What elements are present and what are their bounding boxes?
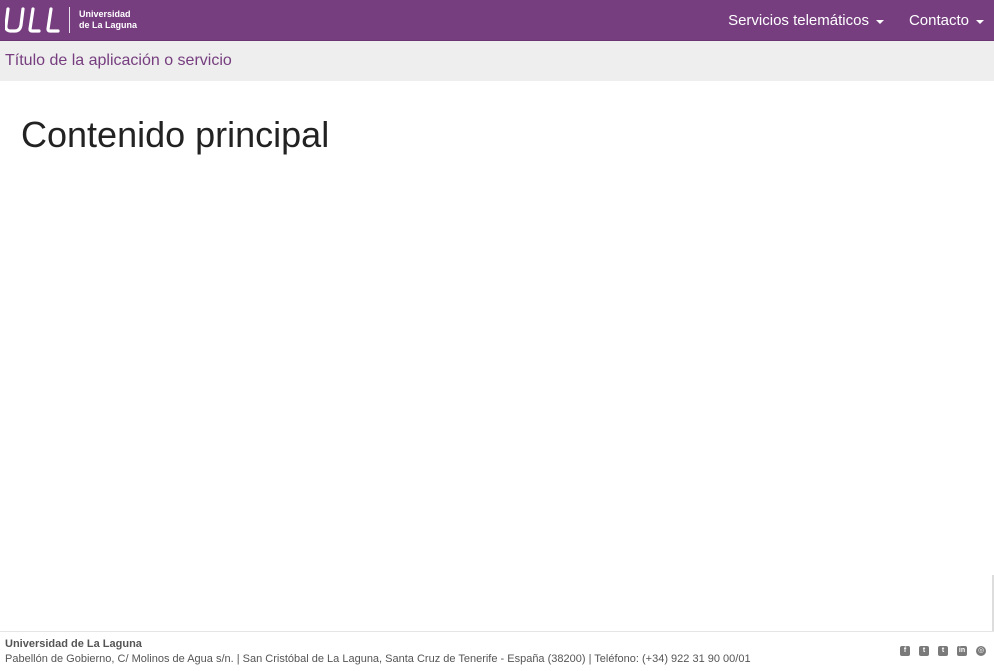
nav-servicios-label: Servicios telemáticos xyxy=(728,12,869,29)
ull-logo-mark-icon xyxy=(5,7,60,33)
footer: Universidad de La Laguna Pabellón de Gob… xyxy=(0,631,994,671)
nav-servicios-telematicos[interactable]: Servicios telemáticos xyxy=(713,0,894,41)
footer-address: Pabellón de Gobierno, C/ Molinos de Agua… xyxy=(5,653,751,665)
tuenti-icon[interactable]: t xyxy=(919,646,929,656)
linkedin-icon[interactable]: in xyxy=(957,646,967,656)
facebook-icon[interactable]: f xyxy=(900,646,910,656)
logo-text: Universidad de La Laguna xyxy=(79,9,137,31)
logo-line-1: Universidad xyxy=(79,9,131,19)
main-heading: Contenido principal xyxy=(21,114,330,155)
logo-divider xyxy=(69,7,70,33)
caret-down-icon xyxy=(875,19,884,24)
nav-contacto[interactable]: Contacto xyxy=(894,0,994,41)
caret-down-icon xyxy=(976,19,984,24)
nav-contacto-label: Contacto xyxy=(908,12,969,29)
app-title[interactable]: Título de la aplicación o servicio xyxy=(5,52,232,70)
footer-organization: Universidad de La Laguna xyxy=(5,638,142,650)
app-title-bar: Título de la aplicación o servicio xyxy=(0,41,994,81)
nav-menu: Servicios telemáticos Contacto xyxy=(713,0,994,41)
social-links: f t t in ◎ xyxy=(900,646,986,656)
globe-icon[interactable]: ◎ xyxy=(976,646,986,656)
page: Universidad de La Laguna Servicios telem… xyxy=(0,0,994,671)
top-navbar: Universidad de La Laguna Servicios telem… xyxy=(0,0,994,41)
twitter-icon[interactable]: t xyxy=(938,646,948,656)
ull-logo[interactable]: Universidad de La Laguna xyxy=(5,5,137,35)
logo-line-2: de La Laguna xyxy=(79,20,138,30)
